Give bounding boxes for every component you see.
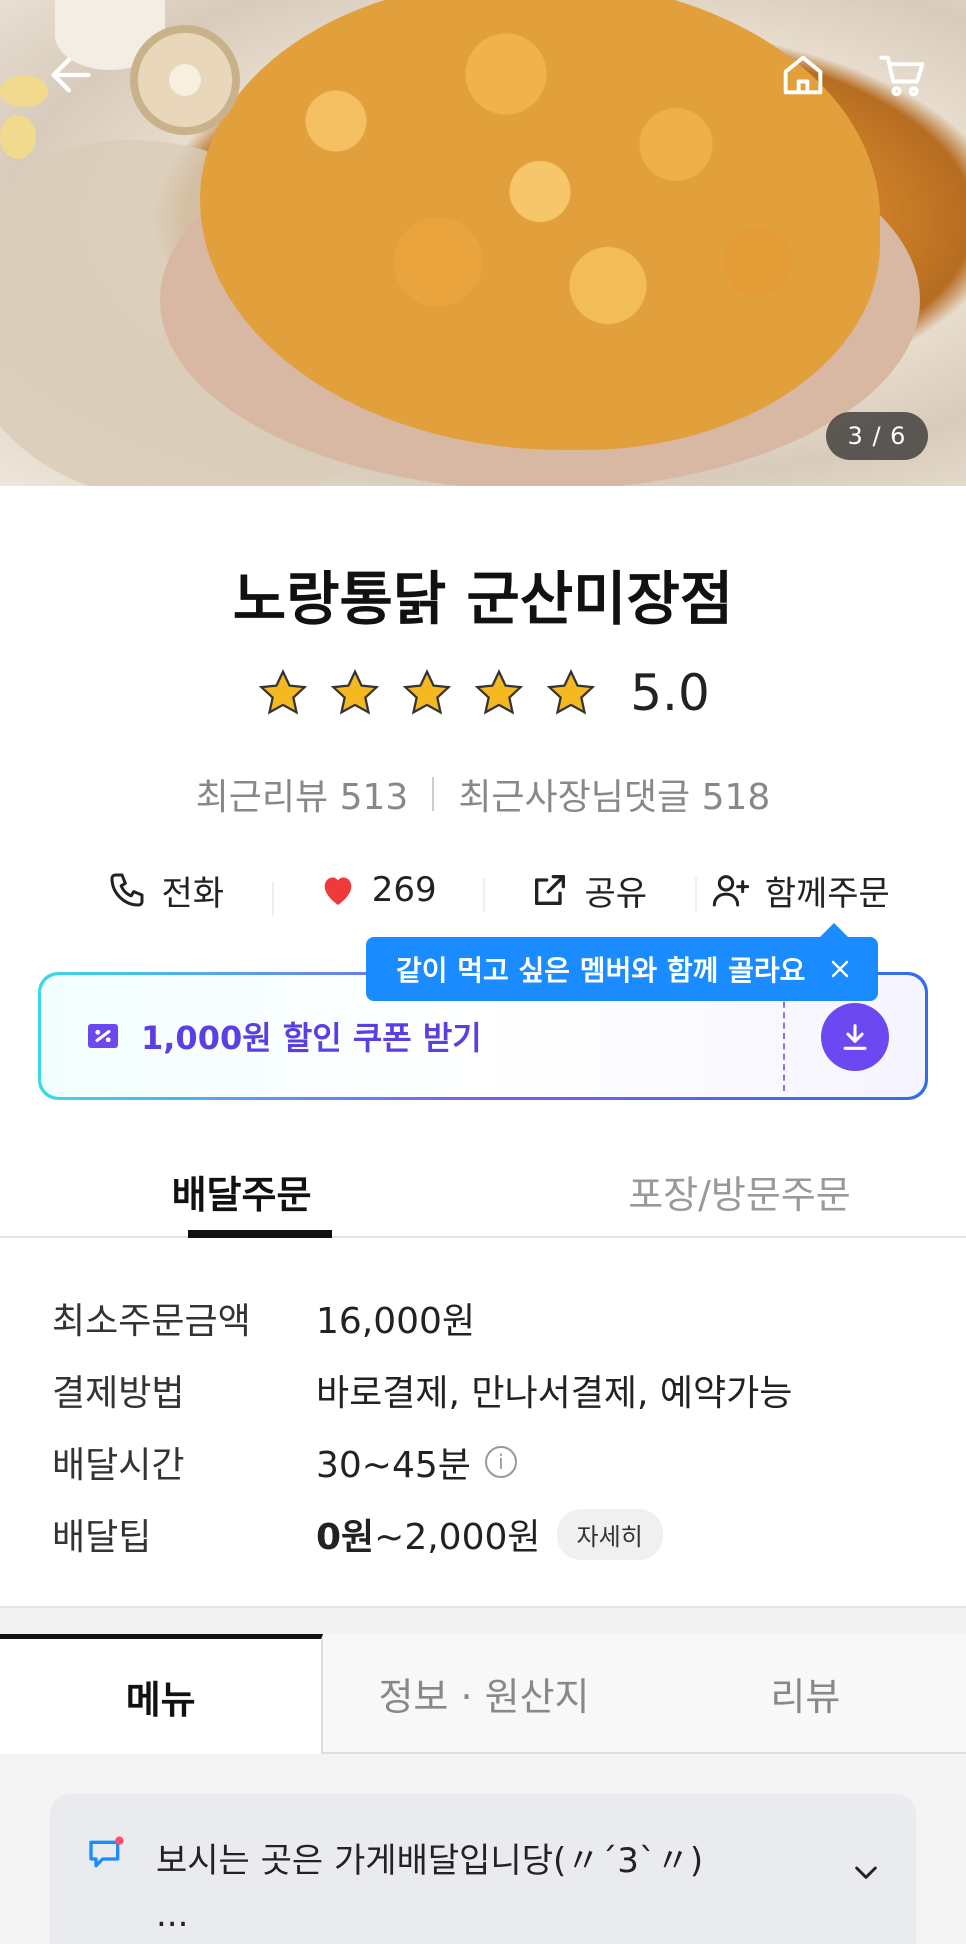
home-button[interactable] [768,40,838,110]
store-photo-carousel[interactable]: 3 / 6 [0,0,966,486]
like-button[interactable]: 269 [271,870,484,916]
back-button[interactable] [36,40,106,110]
add-user-icon [712,875,749,907]
star-icon [403,668,452,715]
delivery-info: 최소주문금액 16,000원 결제방법 바로결제, 만나서결제, 예약가능 배달… [52,1282,932,1570]
tab-pickup-order[interactable]: 포장/방문주문 [483,1156,966,1236]
order-type-tabs: 배달주문 포장/방문주문 [0,1156,966,1238]
delivery-tip-label: 배달팁 [52,1517,152,1558]
store-notice[interactable]: 보시는 곳은 가게배달입니당(〃´3`〃) ... [50,1794,916,1944]
delivery-tip-min: 0원 [316,1517,375,1558]
coupon-text: 1,000원 할인 쿠폰 받기 [141,1019,482,1057]
delivery-tip-max: ~2,000원 [374,1517,541,1558]
tab-delivery-order[interactable]: 배달주문 [0,1156,483,1238]
cart-icon [879,55,925,97]
delivery-time-value: 30~45분 [316,1445,471,1486]
delivery-time-label: 배달시간 [52,1445,185,1486]
review-summary[interactable]: 최근리뷰 513 최근사장님댓글 518 [0,768,966,820]
group-order-label: 함께주문 [764,873,890,914]
phone-icon [110,873,144,907]
min-order-label: 최소주문금액 [52,1301,251,1342]
tab-reviews[interactable]: 리뷰 [644,1634,966,1754]
share-label: 공유 [584,873,648,914]
chevron-down-icon[interactable] [850,1856,882,1888]
star-icon [547,668,596,715]
like-count: 269 [371,870,437,910]
rating-row[interactable]: 5.0 [0,664,966,722]
download-icon [843,1024,867,1050]
store-actions: 전화 269 공유 함께주문 [60,862,906,918]
min-order-value: 16,000원 [316,1301,476,1342]
star-icon [331,668,380,715]
heart-icon [324,877,352,905]
tab-menu[interactable]: 메뉴 [0,1634,324,1754]
discount-coupon-icon [88,1024,118,1048]
image-counter: 3 / 6 [826,412,928,460]
recent-owner-replies-link[interactable]: 최근사장님댓글 518 [458,768,770,820]
tab-info-origin[interactable]: 정보 · 원산지 [323,1634,645,1754]
tooltip-close-button[interactable] [822,951,858,987]
detail-button[interactable]: 자세히 [556,1508,663,1560]
recent-reviews-link[interactable]: 최근리뷰 513 [196,768,409,820]
garlic-clove [0,115,36,159]
star-icon [475,668,524,715]
info-icon[interactable]: i [484,1446,517,1478]
tooltip-text: 같이 먹고 싶은 멤버와 함께 골라요 [396,954,806,987]
call-button[interactable]: 전화 [60,866,272,915]
notice-line-1: 보시는 곳은 가게배달입니당(〃´3`〃) [156,1841,704,1881]
close-icon [831,960,849,978]
coupon-download-button[interactable] [821,1003,889,1071]
min-order-row: 최소주문금액 16,000원 [52,1282,932,1354]
home-icon [783,55,823,95]
star-icon [259,668,308,715]
back-arrow-icon [51,57,91,93]
call-label: 전화 [161,873,225,914]
group-order-tooltip: 같이 먹고 싶은 멤버와 함께 골라요 [366,923,878,1001]
notice-line-2: ... [156,1895,189,1935]
section-gap [0,1606,966,1634]
notice-board-icon [89,1836,124,1868]
group-order-button[interactable]: 함께주문 [694,866,907,915]
divider [432,777,435,811]
menu-area: 보시는 곳은 가게배달입니당(〃´3`〃) ... [0,1754,966,1944]
share-button[interactable]: 공유 [483,866,695,915]
store-name: 노랑통닭 군산미장점 [232,565,734,633]
garlic-half [130,25,240,135]
delivery-time-row: 배달시간 30~45분 i [52,1426,932,1498]
payment-value: 바로결제, 만나서결제, 예약가능 [316,1373,793,1414]
delivery-time-value-wrap: 30~45분 i [316,1436,517,1488]
payment-label: 결제방법 [52,1373,185,1414]
payment-row: 결제방법 바로결제, 만나서결제, 예약가능 [52,1354,932,1426]
delivery-tip-value: 0원 ~2,000원 자세히 [316,1508,663,1560]
cart-button[interactable] [868,40,938,110]
main-tabs: 메뉴 정보 · 원산지 리뷰 [0,1634,966,1754]
rating-value: 5.0 [630,664,710,722]
share-icon [535,875,566,905]
delivery-tip-row: 배달팁 0원 ~2,000원 자세히 [52,1498,932,1570]
notice-text: 보시는 곳은 가게배달입니당(〃´3`〃) ... [156,1834,703,1942]
